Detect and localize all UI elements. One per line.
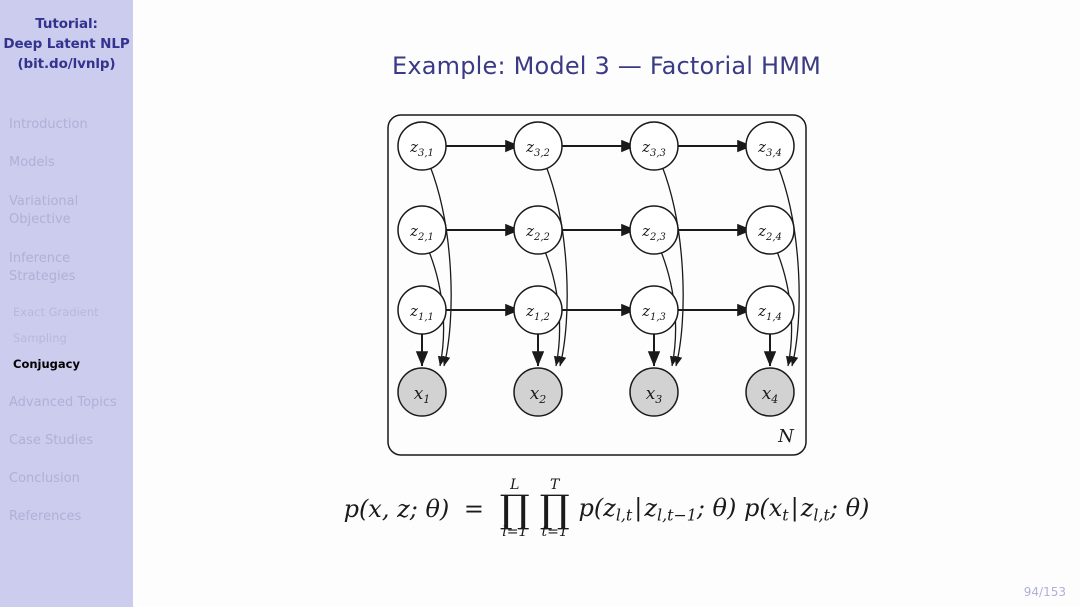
transition-conditional-bar: | xyxy=(634,493,643,522)
sidebar-title-line-2: Deep Latent NLP xyxy=(3,36,130,52)
product-lower-limit-l: l=1 xyxy=(502,524,528,540)
node-z-3-1[interactable] xyxy=(397,121,447,171)
sidebar-item-conjugacy[interactable]: Conjugacy xyxy=(0,356,133,373)
transition-sub-2: l,t−1 xyxy=(657,505,697,525)
sidebar-title-line-3[interactable]: (bit.do/lvnlp) xyxy=(0,54,133,74)
emission-open: p(x xyxy=(744,493,783,522)
product-symbol-t: ∏ xyxy=(539,487,570,531)
sidebar-item-models[interactable]: Models xyxy=(0,154,133,171)
sidebar-item-inference-strategies[interactable]: Inference xyxy=(0,249,133,268)
formula-equals: = xyxy=(463,495,485,523)
node-z-3-3[interactable] xyxy=(629,121,679,171)
sidebar-item-sampling[interactable]: Sampling xyxy=(0,330,133,347)
emission-sub-1: t xyxy=(782,505,789,525)
sidebar-item-variational-objective[interactable]: Variational xyxy=(0,192,133,211)
plate-label: N xyxy=(777,426,795,447)
factorial-hmm-plate-diagram: z3,1 z3,2 z3,3 z3,4 z2,1 z2,2 z2,3 z2,4 xyxy=(387,114,807,456)
node-z-2-1[interactable] xyxy=(397,205,447,255)
emission-close: ; θ) xyxy=(829,493,870,522)
emission-sub-2: l,t xyxy=(813,505,830,525)
product-lower-limit-t: t=1 xyxy=(541,524,568,540)
node-z-2-3[interactable] xyxy=(629,205,679,255)
sidebar-navigation: Tutorial: Deep Latent NLP (bit.do/lvnlp)… xyxy=(0,0,133,607)
sidebar-item-advanced-topics[interactable]: Advanced Topics xyxy=(0,394,133,411)
emission-sub-2-base: z xyxy=(800,493,814,522)
node-z-1-1[interactable] xyxy=(397,285,447,335)
node-z-1-2[interactable] xyxy=(513,285,563,335)
factorial-hmm-figure: z3,1 z3,2 z3,3 z3,4 z2,1 z2,2 z2,3 z2,4 xyxy=(380,108,820,472)
transition-sub-1: l,t xyxy=(615,505,633,525)
emission-edges-row1 xyxy=(415,331,777,367)
formula-emission-factor: p(xt|zl,t; θ) xyxy=(744,494,869,524)
page-title: Example: Model 3 — Factorial HMM xyxy=(391,52,822,80)
sidebar-item-conclusion[interactable]: Conclusion xyxy=(0,470,133,487)
sidebar-header: Tutorial: Deep Latent NLP (bit.do/lvnlp) xyxy=(0,0,133,74)
formula-lhs: p(x, z; θ) xyxy=(343,495,450,523)
sidebar-item-list: Introduction Models Variational Objectiv… xyxy=(0,116,133,525)
product-operator-l: L ∏ l=1 xyxy=(500,478,530,540)
transition-sub-2-base: z xyxy=(644,493,658,522)
sidebar-item-case-studies[interactable]: Case Studies xyxy=(0,432,133,449)
node-z-3-4[interactable] xyxy=(745,121,795,171)
emission-edges-row3 xyxy=(429,165,800,367)
node-z-2-4[interactable] xyxy=(745,205,795,255)
node-z-2-2[interactable] xyxy=(513,205,563,255)
page-indicator: 94/153 xyxy=(1023,585,1066,599)
sidebar-item-introduction[interactable]: Introduction xyxy=(0,116,133,133)
sidebar-item-exact-gradient[interactable]: Exact Gradient xyxy=(0,304,133,321)
node-z-3-2[interactable] xyxy=(513,121,563,171)
transition-close: ; θ) xyxy=(696,493,737,522)
node-z-1-3[interactable] xyxy=(629,285,679,335)
presentation-slide: Tutorial: Deep Latent NLP (bit.do/lvnlp)… xyxy=(0,0,1080,607)
sidebar-item-variational-objective-line2[interactable]: Objective xyxy=(0,211,133,228)
sidebar-item-inference-strategies-line2[interactable]: Strategies xyxy=(0,268,133,285)
joint-distribution-formula: p(x, z; θ) = L ∏ l=1 T ∏ t=1 p(zl,t|zl,t… xyxy=(133,478,1080,540)
formula-expression: p(x, z; θ) = L ∏ l=1 T ∏ t=1 p(zl,t|zl,t… xyxy=(344,478,870,540)
emission-edges-row2 xyxy=(427,248,794,367)
product-symbol-l: ∏ xyxy=(499,487,530,531)
emission-conditional-bar: | xyxy=(790,493,799,522)
node-z-1-4[interactable] xyxy=(745,285,795,335)
formula-transition-factor: p(zl,t|zl,t−1; θ) xyxy=(578,494,736,524)
sidebar-title-line-1: Tutorial: xyxy=(35,16,98,32)
transition-open: p(z xyxy=(578,493,616,522)
observed-node-row: x1 x2 x3 x4 xyxy=(397,367,795,417)
product-operator-t: T ∏ t=1 xyxy=(540,478,570,540)
sidebar-item-references[interactable]: References xyxy=(0,508,133,525)
